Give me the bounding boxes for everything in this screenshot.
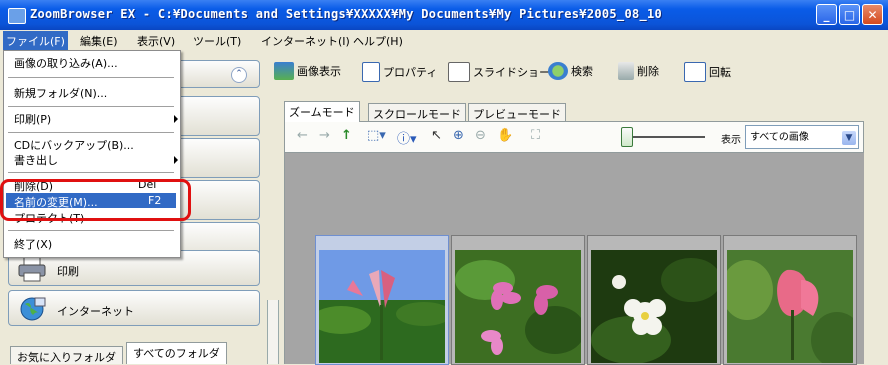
menu-file[interactable]: ファイル(F) bbox=[3, 31, 68, 51]
highlight-annotation bbox=[0, 179, 191, 221]
viewer-scrollbar[interactable] bbox=[864, 101, 888, 364]
info-icon[interactable]: ⓘ▾ bbox=[397, 128, 417, 147]
menu-new-folder[interactable]: 新規フォルダ(N)... bbox=[14, 85, 107, 101]
menu-import[interactable]: 画像の取り込み(A)... bbox=[14, 55, 118, 71]
main-toolbar: 画像表示 プロパティ スライドショー 検索 削除 回転 bbox=[266, 62, 888, 90]
menu-tools[interactable]: ツール(T) bbox=[193, 33, 241, 49]
viewer-toolbar: ← → ↑ ⬚▾ ⓘ▾ ↖ ⊕ ⊖ ✋ ⛶ 表示 すべての画像 ▼ bbox=[284, 121, 864, 153]
slideshow-icon bbox=[448, 62, 470, 82]
image-filter-select[interactable]: すべての画像 ▼ bbox=[745, 125, 859, 149]
rotate-label: 回転 bbox=[709, 66, 731, 79]
printer-icon bbox=[18, 256, 46, 282]
thumbnail-4[interactable] bbox=[723, 235, 857, 365]
fit-icon[interactable]: ⛶ bbox=[531, 128, 540, 143]
menu-bar: ファイル(F) 編集(E) 表示(V) ツール(T) インターネット(I) ヘル… bbox=[0, 30, 888, 51]
image-filter-value: すべての画像 bbox=[750, 132, 809, 143]
menu-separator bbox=[8, 172, 174, 173]
close-button[interactable]: ✕ bbox=[862, 4, 883, 25]
up-folder-icon[interactable]: ↑ bbox=[341, 128, 352, 143]
maximize-button[interactable]: □ bbox=[839, 4, 860, 25]
photo-thumbnail bbox=[591, 250, 717, 363]
rotate-icon bbox=[684, 62, 706, 82]
slideshow-button[interactable]: スライドショー bbox=[448, 62, 550, 88]
menu-separator bbox=[8, 132, 174, 133]
menu-view[interactable]: 表示(V) bbox=[137, 33, 175, 49]
menu-internet[interactable]: インターネット(I) bbox=[261, 33, 350, 49]
tab-preview-mode[interactable]: プレビューモード bbox=[468, 103, 566, 122]
zoom-slider-track[interactable] bbox=[633, 136, 705, 138]
search-icon bbox=[548, 62, 568, 80]
image-view-icon bbox=[274, 62, 294, 80]
menu-export[interactable]: 書き出し bbox=[14, 152, 58, 168]
photo-thumbnail bbox=[727, 250, 853, 363]
print-panel-label: 印刷 bbox=[57, 265, 79, 278]
file-menu-dropdown: 画像の取り込み(A)... 新規フォルダ(N)... 印刷(P) CDにバックア… bbox=[3, 50, 181, 258]
back-icon[interactable]: ← bbox=[297, 128, 308, 143]
internet-panel-button[interactable]: インターネット bbox=[8, 290, 260, 326]
minimize-button[interactable]: _ bbox=[816, 4, 837, 25]
internet-panel-label: インターネット bbox=[57, 305, 134, 318]
submenu-arrow-icon bbox=[174, 156, 178, 164]
zoom-in-icon[interactable]: ⊕ bbox=[453, 128, 464, 143]
properties-button[interactable]: プロパティ bbox=[362, 62, 437, 88]
thumbnail-1[interactable] bbox=[315, 235, 449, 365]
display-label: 表示 bbox=[721, 135, 741, 146]
delete-button[interactable]: 削除 bbox=[618, 62, 659, 88]
title-bar: ZoomBrowser EX - C:¥Documents and Settin… bbox=[0, 0, 888, 30]
tab-all-folders[interactable]: すべてのフォルダ bbox=[126, 342, 227, 364]
image-viewer: ズームモード スクロールモード プレビューモード ← → ↑ ⬚▾ ⓘ▾ ↖ ⊕… bbox=[284, 101, 864, 365]
zoom-slider-thumb[interactable] bbox=[621, 127, 633, 147]
pointer-icon[interactable]: ↖ bbox=[431, 128, 442, 143]
rotate-button[interactable]: 回転 bbox=[684, 62, 731, 88]
properties-label: プロパティ bbox=[383, 66, 438, 79]
submenu-arrow-icon bbox=[174, 115, 178, 123]
tab-zoom-mode[interactable]: ズームモード bbox=[284, 101, 360, 122]
slideshow-label: スライドショー bbox=[473, 66, 550, 79]
search-button[interactable]: 検索 bbox=[548, 62, 593, 88]
tab-favorite-folders[interactable]: お気に入りフォルダ bbox=[10, 346, 123, 364]
window-title: ZoomBrowser EX - C:¥Documents and Settin… bbox=[30, 7, 663, 21]
menu-print[interactable]: 印刷(P) bbox=[14, 111, 51, 127]
properties-icon bbox=[362, 62, 380, 82]
thumbnail-2[interactable] bbox=[451, 235, 585, 365]
menu-separator bbox=[8, 230, 174, 231]
menu-exit[interactable]: 終了(X) bbox=[14, 236, 52, 252]
forward-icon[interactable]: → bbox=[319, 128, 330, 143]
select-menu-icon[interactable]: ⬚▾ bbox=[367, 128, 386, 143]
view-image-label: 画像表示 bbox=[297, 65, 341, 78]
menu-edit[interactable]: 編集(E) bbox=[80, 33, 118, 49]
thumbnail-3[interactable] bbox=[587, 235, 721, 365]
globe-icon bbox=[20, 297, 46, 321]
chevron-down-icon[interactable]: ▼ bbox=[842, 131, 856, 145]
menu-separator bbox=[8, 106, 174, 107]
zoom-out-icon[interactable]: ⊖ bbox=[475, 128, 486, 143]
photo-thumbnail bbox=[319, 250, 445, 363]
thumbnail-area bbox=[284, 153, 864, 365]
view-image-button[interactable]: 画像表示 bbox=[274, 62, 341, 88]
tab-scroll-mode[interactable]: スクロールモード bbox=[368, 103, 466, 122]
search-label: 検索 bbox=[571, 65, 593, 78]
photo-thumbnail bbox=[455, 250, 581, 363]
menu-cd-backup[interactable]: CDにバックアップ(B)... bbox=[14, 137, 134, 153]
trash-icon bbox=[618, 62, 634, 80]
panel-splitter[interactable] bbox=[267, 300, 279, 364]
collapse-icon[interactable]: ⌃ bbox=[231, 67, 247, 83]
app-icon bbox=[8, 8, 26, 24]
hand-icon[interactable]: ✋ bbox=[497, 128, 513, 143]
delete-label: 削除 bbox=[637, 65, 659, 78]
menu-help[interactable]: ヘルプ(H) bbox=[353, 33, 403, 49]
menu-separator bbox=[8, 77, 174, 78]
